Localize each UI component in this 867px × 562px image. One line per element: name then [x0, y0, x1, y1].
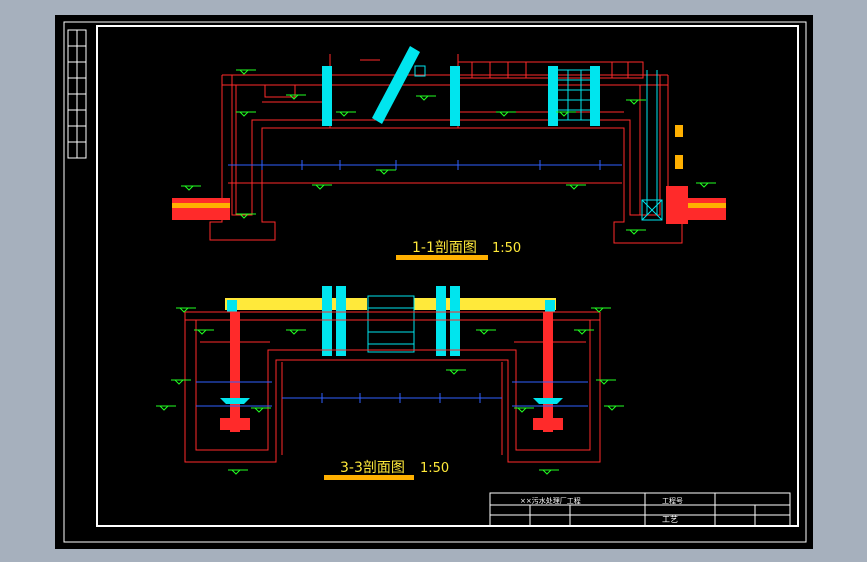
section-3-scale: 1:50: [420, 461, 449, 476]
valve-block: [675, 155, 683, 169]
section-1-scale: 1:50: [492, 241, 521, 256]
title-block-project: ××污水处理厂工程: [520, 496, 581, 505]
section-3-title-underline: [324, 475, 414, 480]
cad-drawing: 1-1剖面图 1:50 3-3剖面图 1:50 ××污水处理厂工程 工程号 工艺: [0, 0, 867, 562]
title-block-code: 工程号: [662, 496, 683, 505]
section-1-title: 1-1剖面图: [412, 240, 477, 256]
section-1-title-underline: [396, 255, 488, 260]
section-3-title: 3-3剖面图: [340, 460, 405, 476]
valve-block: [675, 125, 683, 137]
title-block-drawing: 工艺: [662, 515, 678, 524]
